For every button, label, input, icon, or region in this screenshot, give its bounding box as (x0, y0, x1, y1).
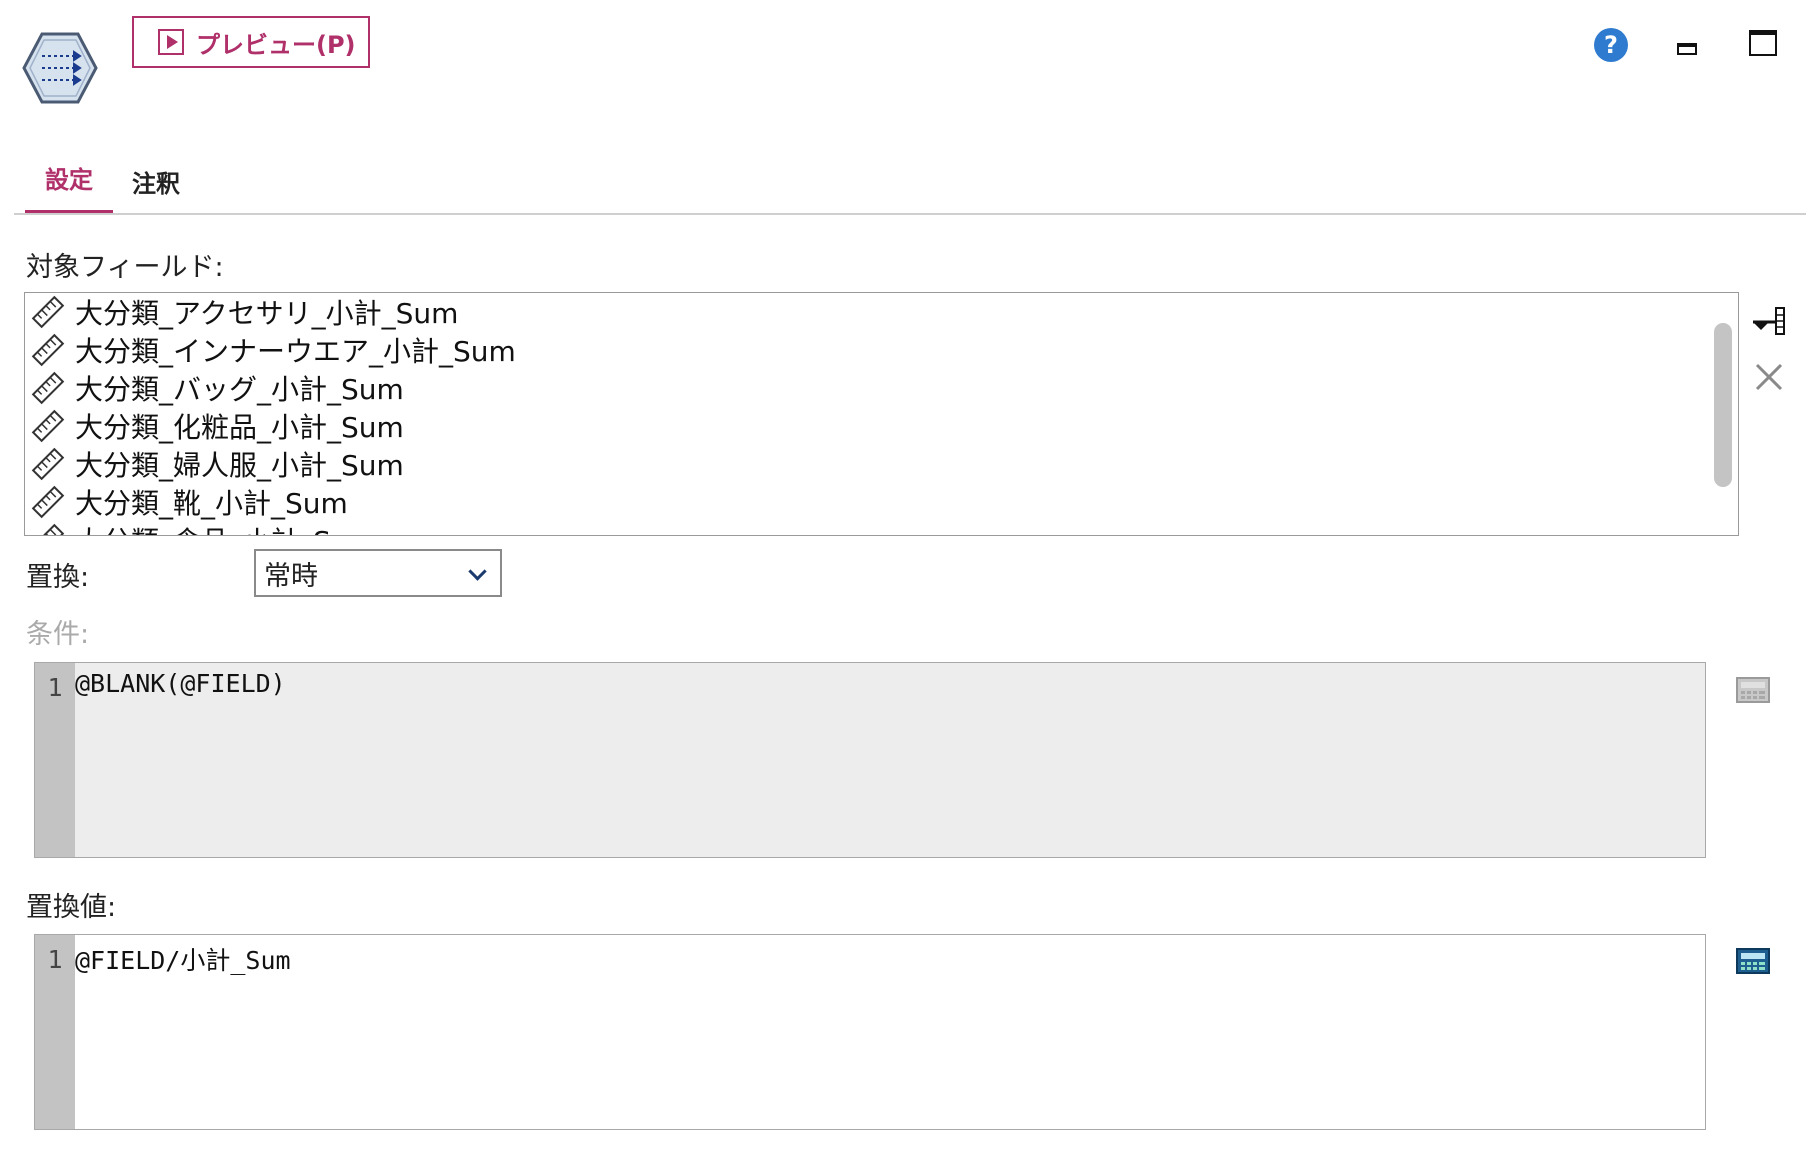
condition-code: @BLANK(@FIELD) (75, 669, 286, 698)
ruler-icon (31, 485, 65, 519)
preview-button[interactable]: プレビュー(P) (132, 16, 370, 68)
field-list-item[interactable]: 大分類_婦人服_小計_Sum (25, 445, 1738, 483)
expression-builder-icon[interactable] (1736, 948, 1770, 974)
field-list-item-label: 大分類_靴_小計_Sum (75, 487, 348, 520)
condition-label: 条件: (26, 619, 90, 650)
field-list-item[interactable]: 大分類_食品_小計_Sum (25, 520, 1738, 535)
field-list-item[interactable]: 大分類_インナーウエア_小計_Sum (25, 331, 1738, 369)
ruler-icon (31, 409, 65, 443)
ruler-icon (31, 523, 65, 535)
tab-annotations-label: 注釈 (132, 170, 180, 198)
chevron-down-icon (468, 562, 487, 581)
replace-select-value: 常時 (264, 560, 318, 592)
tab-annotations[interactable]: 注釈 (112, 164, 200, 199)
minimize-icon[interactable] (1677, 43, 1697, 55)
preview-button-label: プレビュー(P) (196, 30, 356, 59)
field-list-item-label: 大分類_アクセサリ_小計_Sum (75, 297, 459, 330)
replace-label: 置換: (26, 562, 90, 593)
tab-settings[interactable]: 設定 (25, 160, 113, 214)
line-number: 1 (35, 935, 75, 1129)
ruler-icon (31, 371, 65, 405)
fields-label: 対象フィールド: (26, 252, 224, 283)
remove-field-icon[interactable] (1754, 362, 1784, 392)
replace-select[interactable]: 常時 (254, 549, 502, 597)
replace-value-code: @FIELD/小計_Sum (75, 946, 291, 975)
play-icon (158, 29, 184, 55)
field-list-item-label: 大分類_化粧品_小計_Sum (75, 411, 404, 444)
field-list-item-label: 大分類_食品_小計_Sum (75, 520, 376, 535)
condition-editor: 1 @BLANK(@FIELD) (34, 662, 1706, 858)
field-list-item[interactable]: 大分類_化粧品_小計_Sum (25, 407, 1738, 445)
field-list-item[interactable]: 大分類_靴_小計_Sum (25, 483, 1738, 521)
ruler-icon (31, 333, 65, 367)
field-list[interactable]: 大分類_アクセサリ_小計_Sum 大分類_インナーウエア_小計_Sum 大分類_バッ… (24, 292, 1739, 536)
tab-settings-label: 設定 (45, 166, 93, 194)
replace-value-label: 置換値: (26, 892, 117, 923)
line-number: 1 (35, 663, 75, 857)
tab-divider (14, 213, 1806, 215)
ruler-icon (31, 295, 65, 329)
field-list-item[interactable]: 大分類_アクセサリ_小計_Sum (25, 293, 1738, 331)
field-list-item-label: 大分類_婦人服_小計_Sum (75, 449, 404, 482)
replace-value-editor[interactable]: 1 @FIELD/小計_Sum (34, 934, 1706, 1130)
expression-builder-icon-disabled (1736, 677, 1770, 703)
filler-node-icon (22, 32, 98, 104)
pick-fields-icon[interactable] (1752, 306, 1786, 336)
field-list-item-label: 大分類_インナーウエア_小計_Sum (75, 335, 516, 368)
maximize-icon[interactable] (1749, 30, 1777, 56)
help-icon[interactable]: ? (1594, 28, 1628, 62)
field-list-item[interactable]: 大分類_バッグ_小計_Sum (25, 369, 1738, 407)
field-list-item-label: 大分類_バッグ_小計_Sum (75, 373, 404, 406)
ruler-icon (31, 447, 65, 481)
list-scrollbar[interactable] (1714, 323, 1732, 487)
